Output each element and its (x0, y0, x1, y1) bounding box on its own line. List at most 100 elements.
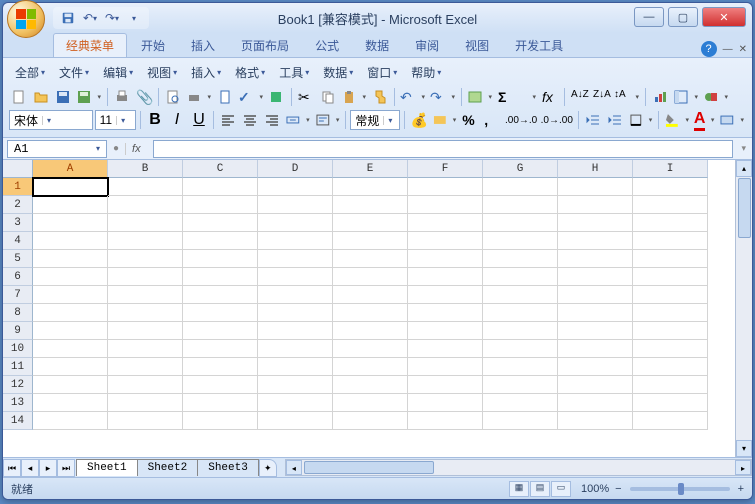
decrease-indent-button[interactable] (583, 110, 603, 130)
col-header-B[interactable]: B (108, 160, 183, 178)
menu-0[interactable]: 全部 ▾ (9, 62, 51, 83)
zoom-out-button[interactable]: − (615, 483, 621, 495)
col-header-A[interactable]: A (33, 160, 108, 178)
pivot-button[interactable] (672, 87, 700, 107)
menu-7[interactable]: 数据 ▾ (317, 62, 359, 83)
cell-I4[interactable] (633, 232, 708, 250)
cell-A13[interactable] (33, 394, 108, 412)
merge-button[interactable] (284, 110, 312, 130)
sheet-next-button[interactable]: ▸ (39, 459, 57, 477)
vscroll-thumb[interactable] (738, 178, 751, 238)
cell-H1[interactable] (558, 178, 633, 196)
sheet-tab-1[interactable]: Sheet2 (137, 459, 199, 476)
cell-I11[interactable] (633, 358, 708, 376)
cell-C2[interactable] (183, 196, 258, 214)
cell-I7[interactable] (633, 286, 708, 304)
save-as-button[interactable] (75, 87, 103, 107)
cell-B13[interactable] (108, 394, 183, 412)
cell-A6[interactable] (33, 268, 108, 286)
cell-C9[interactable] (183, 322, 258, 340)
cell-G6[interactable] (483, 268, 558, 286)
cut-button[interactable]: ✂ (296, 87, 316, 107)
cell-G2[interactable] (483, 196, 558, 214)
sheet-last-button[interactable]: ⏭ (57, 459, 75, 477)
redo-button[interactable]: ↷▾ (103, 9, 121, 27)
autosum-dd[interactable] (518, 87, 538, 107)
cell-A5[interactable] (33, 250, 108, 268)
cell-D14[interactable] (258, 412, 333, 430)
cell-G14[interactable] (483, 412, 558, 430)
scroll-up-button[interactable]: ▴ (736, 160, 752, 177)
decrease-decimal-button[interactable]: .0→.00 (540, 110, 574, 130)
cell-G7[interactable] (483, 286, 558, 304)
cell-F6[interactable] (408, 268, 483, 286)
row-header-12[interactable]: 12 (3, 376, 33, 394)
borders-button[interactable] (627, 110, 655, 130)
accounting-button[interactable] (431, 110, 459, 130)
row-header-10[interactable]: 10 (3, 340, 33, 358)
cell-B14[interactable] (108, 412, 183, 430)
menu-1[interactable]: 文件 ▾ (53, 62, 95, 83)
row-header-13[interactable]: 13 (3, 394, 33, 412)
cell-F14[interactable] (408, 412, 483, 430)
row-header-6[interactable]: 6 (3, 268, 33, 286)
cell-C13[interactable] (183, 394, 258, 412)
cell-F1[interactable] (408, 178, 483, 196)
cell-A9[interactable] (33, 322, 108, 340)
cell-G11[interactable] (483, 358, 558, 376)
ribbon-tab-3[interactable]: 页面布局 (229, 34, 301, 57)
cell-C10[interactable] (183, 340, 258, 358)
research-button[interactable] (267, 87, 287, 107)
cell-D8[interactable] (258, 304, 333, 322)
cell-H9[interactable] (558, 322, 633, 340)
cell-D10[interactable] (258, 340, 333, 358)
row-header-11[interactable]: 11 (3, 358, 33, 376)
print-button[interactable] (112, 87, 132, 107)
italic-button[interactable]: I (167, 110, 187, 130)
cell-G13[interactable] (483, 394, 558, 412)
cell-E1[interactable] (333, 178, 408, 196)
cell-H4[interactable] (558, 232, 633, 250)
row-header-5[interactable]: 5 (3, 250, 33, 268)
cell-I13[interactable] (633, 394, 708, 412)
attach-button[interactable]: 📎 (134, 87, 154, 107)
col-header-C[interactable]: C (183, 160, 258, 178)
office-button[interactable] (7, 0, 45, 38)
scroll-down-button[interactable]: ▾ (736, 440, 752, 457)
quick-print-button[interactable] (185, 87, 213, 107)
zoom-level[interactable]: 100% (581, 483, 609, 495)
cell-C4[interactable] (183, 232, 258, 250)
cell-styles-button[interactable] (718, 110, 746, 130)
ribbon-tab-7[interactable]: 视图 (453, 34, 501, 57)
ribbon-tab-6[interactable]: 审阅 (403, 34, 451, 57)
ribbon-tab-2[interactable]: 插入 (179, 34, 227, 57)
cell-B11[interactable] (108, 358, 183, 376)
new-button[interactable] (9, 87, 29, 107)
hscroll-thumb[interactable] (304, 461, 434, 474)
cell-F7[interactable] (408, 286, 483, 304)
help-icon[interactable]: ? (701, 41, 717, 57)
cell-I2[interactable] (633, 196, 708, 214)
col-header-G[interactable]: G (483, 160, 558, 178)
sheet-tab-2[interactable]: Sheet3 (197, 459, 259, 476)
cell-B2[interactable] (108, 196, 183, 214)
increase-indent-button[interactable] (605, 110, 625, 130)
cell-G1[interactable] (483, 178, 558, 196)
cell-C11[interactable] (183, 358, 258, 376)
paste-button[interactable] (340, 87, 368, 107)
ribbon-tab-4[interactable]: 公式 (303, 34, 351, 57)
copy-button[interactable] (318, 87, 338, 107)
cell-G5[interactable] (483, 250, 558, 268)
print-preview-button[interactable] (163, 87, 183, 107)
cell-A3[interactable] (33, 214, 108, 232)
cell-E8[interactable] (333, 304, 408, 322)
cell-I6[interactable] (633, 268, 708, 286)
zoom-slider[interactable] (630, 487, 730, 491)
formula-bar[interactable] (153, 140, 734, 158)
select-all-corner[interactable] (3, 160, 33, 178)
minimize-button[interactable]: — (634, 7, 664, 27)
horizontal-scrollbar[interactable]: ◂ ▸ (285, 459, 752, 476)
cell-E4[interactable] (333, 232, 408, 250)
cell-A4[interactable] (33, 232, 108, 250)
sheet-tab-0[interactable]: Sheet1 (76, 459, 138, 476)
